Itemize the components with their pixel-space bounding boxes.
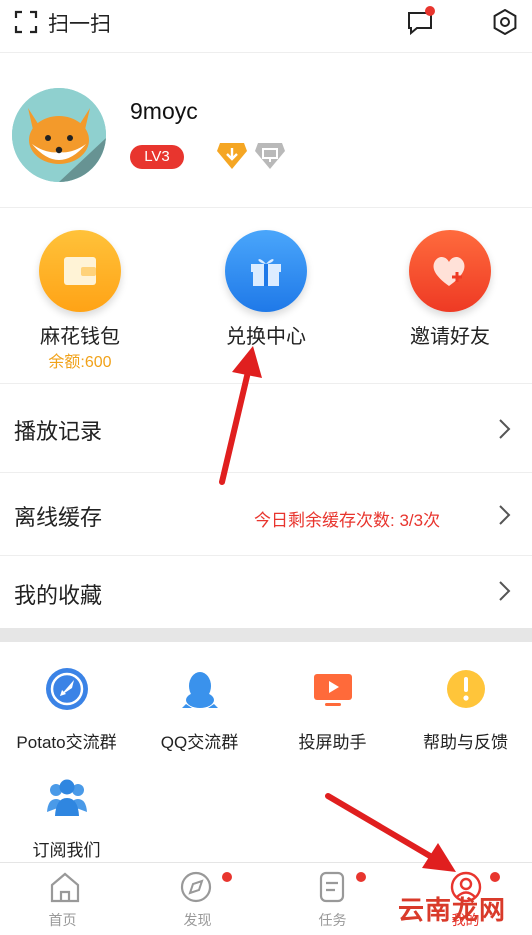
help-feedback-icon — [447, 670, 485, 708]
play-history-label: 播放记录 — [14, 419, 103, 444]
message-notification-dot — [425, 6, 435, 16]
rocket-icon — [46, 668, 88, 710]
task-icon — [319, 871, 345, 903]
chevron-right-icon — [499, 505, 511, 525]
gift-icon — [251, 259, 281, 286]
tasks-notification-dot — [356, 872, 366, 882]
divider — [0, 207, 532, 208]
vip-screen-badge-icon — [255, 143, 285, 169]
favorites-label: 我的收藏 — [14, 583, 103, 608]
exchange-center-button[interactable] — [225, 230, 307, 312]
divider — [0, 383, 532, 384]
compass-icon — [180, 871, 212, 903]
wallet-button[interactable] — [39, 230, 121, 312]
subscribe-item[interactable]: 订阅我们 — [0, 768, 133, 868]
username: 9moyc — [130, 98, 198, 124]
help-feedback-label: 帮助与反馈 — [423, 733, 508, 752]
nav-discover[interactable]: 发现 — [133, 866, 266, 932]
fox-avatar-icon — [12, 88, 106, 182]
subscribe-label: 订阅我们 — [32, 841, 101, 860]
settings-icon[interactable] — [492, 9, 518, 35]
nav-discover-label: 发现 — [183, 912, 212, 928]
wallet-icon — [64, 257, 96, 285]
heart-plus-icon — [433, 256, 465, 286]
qq-penguin-icon — [182, 672, 218, 708]
nav-tasks[interactable]: 任务 — [266, 866, 399, 932]
wallet-label[interactable]: 麻花钱包 — [0, 320, 160, 349]
nav-home-label: 首页 — [48, 912, 77, 928]
quick-actions: 麻花钱包 余额:600 兑换中心 邀请好友 — [0, 222, 532, 382]
potato-group-item[interactable]: Potato交流群 — [0, 660, 133, 760]
watermark: 云南龙网 — [398, 895, 507, 925]
scan-label[interactable]: 扫一扫 — [48, 8, 111, 38]
home-icon — [50, 872, 80, 903]
help-feedback-item[interactable]: 帮助与反馈 — [399, 660, 532, 760]
discover-notification-dot — [222, 872, 232, 882]
invite-friends-label[interactable]: 邀请好友 — [370, 320, 530, 349]
play-history-row[interactable]: 播放记录 — [0, 392, 532, 464]
avatar[interactable] — [12, 88, 106, 182]
cast-assistant-item[interactable]: 投屏助手 — [266, 660, 399, 760]
offline-cache-row[interactable]: 离线缓存 今日剩余缓存次数: 3/3次 — [0, 478, 532, 550]
nav-home[interactable]: 首页 — [0, 866, 133, 932]
qq-group-item[interactable]: QQ交流群 — [133, 660, 266, 760]
mine-notification-dot — [490, 872, 500, 882]
cast-screen-icon — [314, 674, 352, 706]
chevron-right-icon — [499, 419, 511, 439]
scan-icon[interactable] — [14, 10, 38, 34]
offline-cache-label: 离线缓存 — [14, 505, 103, 530]
nav-tasks-label: 任务 — [318, 912, 347, 928]
cast-assistant-label: 投屏助手 — [298, 733, 367, 752]
qq-group-label: QQ交流群 — [160, 733, 239, 752]
divider — [0, 472, 532, 473]
section-separator — [0, 628, 532, 642]
arrow-to-mine-tab — [325, 793, 433, 859]
subscribe-people-icon — [47, 779, 87, 816]
favorites-row[interactable]: 我的收藏 — [0, 556, 532, 628]
level-badge: LV3 — [130, 145, 184, 169]
invite-friends-button[interactable] — [409, 230, 491, 312]
chevron-right-icon — [499, 581, 511, 601]
potato-group-label: Potato交流群 — [16, 733, 117, 752]
vip-download-badge-icon — [217, 143, 247, 169]
wallet-balance: 余额:600 — [48, 354, 112, 371]
cache-remaining-note: 今日剩余缓存次数: 3/3次 — [254, 511, 441, 530]
exchange-center-label[interactable]: 兑换中心 — [186, 320, 346, 349]
